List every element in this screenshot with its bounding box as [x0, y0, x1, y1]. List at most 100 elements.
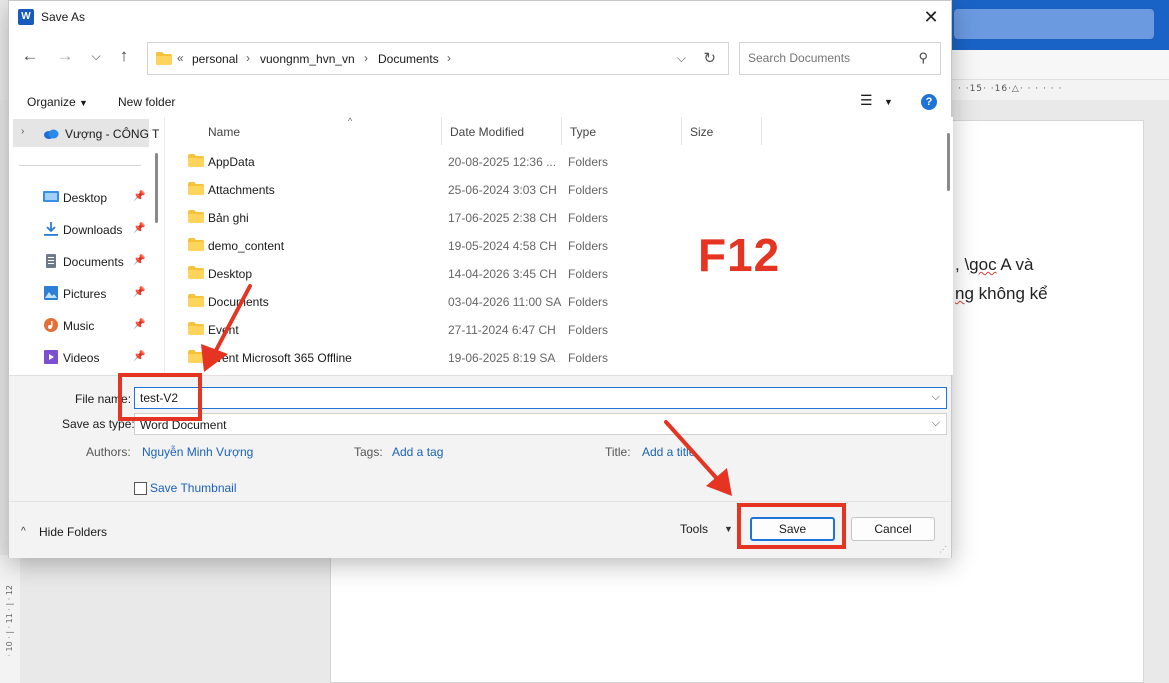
file-type: Folders — [568, 267, 609, 281]
refresh-icon[interactable]: ↻ — [703, 49, 716, 67]
file-row[interactable]: AppData 20-08-2025 12:36 ... Folders — [165, 147, 946, 175]
forward-arrow-icon[interactable]: → — [54, 45, 76, 67]
file-date: 19-06-2025 8:19 SA — [448, 351, 556, 365]
file-date: 17-06-2025 2:38 CH — [448, 211, 557, 225]
pin-icon[interactable]: 📌 — [133, 351, 145, 362]
file-row[interactable]: Desktop 14-04-2026 3:45 CH Folders — [165, 259, 946, 287]
pictures-icon — [44, 286, 58, 300]
add-title-link[interactable]: Add a title — [642, 445, 695, 459]
file-name: Event Microsoft 365 Offline — [208, 351, 352, 365]
nav-item-label: Pictures — [63, 287, 107, 301]
caret-down-icon: ▼ — [79, 98, 88, 108]
tools-dropdown-caret-icon[interactable]: ▼ — [724, 524, 733, 534]
pin-icon[interactable]: 📌 — [133, 255, 145, 266]
search-box[interactable]: ⚲ — [739, 42, 941, 75]
resize-grip-icon[interactable]: ⋰ — [939, 545, 947, 554]
hide-folders-button[interactable]: Hide Folders — [39, 525, 107, 539]
address-bar[interactable]: « personal › vuongnm_hvn_vn › Documents … — [147, 42, 729, 75]
nav-item-onedrive[interactable]: › Vượng - CÔNG T — [9, 122, 159, 146]
word-vertical-ruler: · 10 · | · 11 · | · 12 — [0, 555, 20, 683]
search-icon[interactable]: ⚲ — [918, 50, 928, 66]
help-icon[interactable]: ? — [921, 94, 937, 110]
nav-item-videos[interactable]: Videos 📌 — [9, 346, 149, 370]
pin-icon[interactable]: 📌 — [133, 319, 145, 330]
save-as-type-value: Word Document — [140, 418, 227, 432]
folder-icon — [188, 266, 204, 279]
file-name-input[interactable] — [140, 391, 900, 405]
file-list-scrollbar[interactable] — [945, 117, 953, 375]
word-search-bar[interactable] — [954, 9, 1154, 39]
file-row[interactable]: Documents 03-04-2026 11:00 SA Folders — [165, 287, 946, 315]
new-folder-button[interactable]: New folder — [118, 95, 175, 109]
authors-value[interactable]: Nguyễn Minh Vượng — [142, 445, 253, 459]
file-row[interactable]: Event Microsoft 365 Offline 19-06-2025 8… — [165, 343, 946, 371]
file-date: 27-11-2024 6:47 CH — [448, 323, 556, 337]
column-header-name[interactable]: ^ Name — [200, 116, 442, 145]
scrollbar-thumb[interactable] — [947, 133, 950, 191]
view-dropdown-caret-icon[interactable]: ▼ — [884, 97, 893, 107]
chevron-down-icon[interactable]: ⌵ — [932, 391, 940, 404]
doc-text-line-1: , \goc A và — [955, 255, 1034, 274]
view-options-icon[interactable]: ☰ — [860, 92, 873, 109]
breadcrumb-user[interactable]: vuongnm_hvn_vn — [260, 52, 355, 66]
nav-item-music[interactable]: Music 📌 — [9, 314, 149, 338]
address-dropdown-chevron-icon[interactable]: ⌵ — [677, 51, 686, 66]
save-button[interactable]: Save — [750, 517, 835, 541]
organize-menu[interactable]: Organize ▼ — [27, 95, 88, 109]
file-name: Bản ghi — [208, 211, 249, 225]
file-list: ^ Name Date Modified Type Size AppData 20… — [164, 116, 946, 375]
chevron-down-icon[interactable]: ⌵ — [932, 417, 940, 430]
up-arrow-icon[interactable]: ↑ — [113, 45, 135, 67]
pin-icon[interactable]: 📌 — [133, 287, 145, 298]
file-row[interactable]: demo_content 19-05-2024 4:58 CH Folders — [165, 231, 946, 259]
breadcrumb-separator[interactable]: › — [447, 51, 451, 65]
breadcrumb-overflow[interactable]: « — [177, 51, 184, 65]
file-row[interactable]: Bản ghi 17-06-2025 2:38 CH Folders — [165, 203, 946, 231]
breadcrumb-documents[interactable]: Documents — [378, 52, 439, 66]
word-app-icon: W — [18, 9, 34, 25]
file-row[interactable]: Event 27-11-2024 6:47 CH Folders — [165, 315, 946, 343]
nav-divider — [19, 165, 141, 166]
save-thumbnail-checkbox[interactable] — [134, 482, 147, 495]
download-icon — [44, 222, 58, 236]
close-icon[interactable]: ✕ — [919, 5, 943, 29]
add-tag-link[interactable]: Add a tag — [392, 445, 443, 459]
desktop-icon — [43, 191, 59, 202]
nav-item-documents[interactable]: Documents 📌 — [9, 250, 149, 274]
file-row[interactable]: Attachments 25-06-2024 3:03 CH Folders — [165, 175, 946, 203]
column-header-type[interactable]: Type — [562, 117, 682, 145]
tools-menu[interactable]: Tools — [680, 522, 708, 536]
doc-text-line-2: ng không kể — [955, 284, 1048, 303]
nav-item-desktop[interactable]: Desktop 📌 — [9, 186, 149, 210]
search-input[interactable] — [748, 51, 908, 65]
cancel-button[interactable]: Cancel — [851, 517, 935, 541]
pin-icon[interactable]: 📌 — [133, 223, 145, 234]
word-title-bar — [952, 0, 1169, 50]
back-arrow-icon[interactable]: ← — [19, 45, 41, 67]
folder-icon — [156, 52, 172, 65]
navigation-pane: › Vượng - CÔNG T Desktop 📌 Downloads 📌 D… — [9, 117, 164, 375]
folder-icon — [188, 350, 204, 363]
documents-icon — [46, 254, 56, 268]
dialog-title: Save As — [41, 10, 86, 24]
column-header-date[interactable]: Date Modified — [442, 117, 562, 145]
file-name: AppData — [208, 155, 255, 169]
breadcrumb-separator[interactable]: › — [246, 51, 250, 65]
nav-item-downloads[interactable]: Downloads 📌 — [9, 218, 149, 242]
recent-locations-chevron-icon[interactable]: ⌵ — [85, 45, 107, 67]
command-bar: Organize ▼ New folder ☰ ▼ ? — [9, 89, 951, 117]
nav-item-pictures[interactable]: Pictures 📌 — [9, 282, 149, 306]
breadcrumb-personal[interactable]: personal — [192, 52, 238, 66]
save-as-type-select[interactable]: Word Document ⌵ — [134, 413, 947, 435]
column-header-size[interactable]: Size — [682, 117, 762, 145]
folder-icon — [188, 182, 204, 195]
pin-icon[interactable]: 📌 — [133, 191, 145, 202]
file-type: Folders — [568, 155, 609, 169]
file-type: Folders — [568, 323, 609, 337]
nav-scrollbar[interactable] — [155, 153, 158, 223]
save-thumbnail-label[interactable]: Save Thumbnail — [150, 481, 237, 495]
collapse-caret-icon[interactable]: ^ — [21, 526, 26, 537]
breadcrumb-separator[interactable]: › — [364, 51, 368, 65]
file-name-field[interactable]: ⌵ — [134, 387, 947, 409]
expand-chevron-icon[interactable]: › — [21, 126, 24, 137]
